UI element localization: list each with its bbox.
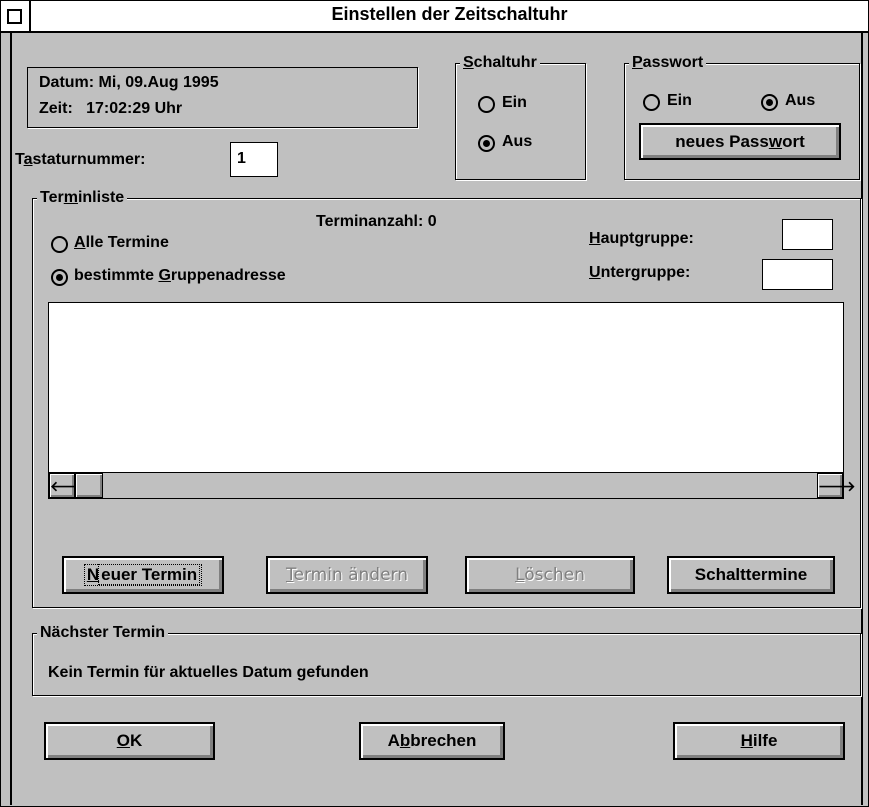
keyboard-number-label: Tastaturnummer:: [15, 151, 146, 168]
alle-termine-radio[interactable]: [51, 236, 68, 253]
title-bar[interactable]: Einstellen der Zeitschaltuhr: [1, 1, 868, 33]
date-text: Datum: Mi, 09.Aug 1995: [39, 74, 219, 91]
passwort-ein-label: Ein: [667, 92, 692, 109]
terminliste-group: Terminliste Terminanzahl: 0 Alle Termine…: [32, 188, 861, 608]
schaltuhr-label: Schaltuhr: [460, 53, 540, 73]
gruppenadresse-radio[interactable]: [51, 269, 68, 286]
dialog-client: Datum: Mi, 09.Aug 1995 Zeit: 17:02:29 Uh…: [10, 33, 863, 805]
help-button[interactable]: Hilfe: [673, 722, 845, 760]
delete-button[interactable]: Löschen: [465, 556, 635, 594]
gruppenadresse-label: bestimmte Gruppenadresse: [74, 267, 286, 284]
passwort-aus-radio[interactable]: [761, 94, 778, 111]
schaltuhr-aus-radio[interactable]: [478, 135, 495, 152]
scrollbar-thumb[interactable]: [75, 473, 103, 498]
new-password-label: neues Passwort: [675, 131, 805, 151]
alle-termine-label: Alle Termine: [74, 234, 169, 251]
system-menu-icon: [7, 9, 22, 24]
ok-label: OK: [116, 731, 143, 750]
cancel-button[interactable]: Abbrechen: [359, 722, 505, 760]
schalttermine-label: Schalttermine: [694, 565, 808, 584]
termin-count-text: Terminanzahl: 0: [316, 213, 437, 230]
edit-termin-button[interactable]: Termin ändern: [266, 556, 428, 594]
hauptgruppe-input[interactable]: [782, 219, 833, 250]
delete-label: Löschen: [515, 565, 585, 585]
new-password-button[interactable]: neues Passwort: [639, 123, 841, 160]
dialog-window: Einstellen der Zeitschaltuhr Datum: Mi, …: [0, 0, 869, 807]
passwort-group: Passwort Ein Aus neues Passwort: [624, 53, 860, 180]
time-text: Zeit: 17:02:29 Uhr: [39, 100, 183, 117]
keyboard-number-input[interactable]: 1: [230, 142, 278, 177]
schaltuhr-ein-label: Ein: [502, 94, 527, 111]
schalttermine-button[interactable]: Schalttermine: [667, 556, 835, 594]
termin-listbox[interactable]: 🡐 🡒: [48, 302, 856, 499]
passwort-aus-label: Aus: [785, 92, 816, 109]
next-termin-group: Nächster Termin Kein Termin für aktuelle…: [32, 623, 861, 696]
untergruppe-label: Untergruppe:: [589, 264, 691, 281]
new-termin-label: Neuer Termin: [83, 564, 203, 586]
ok-button[interactable]: OK: [44, 722, 215, 760]
untergruppe-input[interactable]: [762, 259, 833, 290]
schaltuhr-group: Schaltuhr Ein Aus: [455, 53, 586, 180]
arrow-left-icon[interactable]: 🡐: [49, 473, 88, 498]
passwort-label: Passwort: [629, 53, 707, 73]
help-label: Hilfe: [740, 731, 778, 750]
next-termin-label: Nächster Termin: [37, 623, 169, 643]
window-title: Einstellen der Zeitschaltuhr: [331, 4, 568, 24]
datetime-box: Datum: Mi, 09.Aug 1995 Zeit: 17:02:29 Uh…: [27, 67, 418, 128]
cancel-label: Abbrechen: [387, 731, 477, 750]
edit-termin-label: Termin ändern: [285, 565, 409, 585]
terminliste-label: Terminliste: [37, 188, 128, 208]
passwort-ein-radio[interactable]: [643, 94, 660, 111]
system-menu-button[interactable]: [1, 1, 31, 31]
schaltuhr-aus-label: Aus: [502, 133, 533, 150]
hauptgruppe-label: Hauptgruppe:: [589, 230, 694, 247]
new-termin-button[interactable]: Neuer Termin: [62, 556, 224, 594]
horizontal-scrollbar[interactable]: 🡐 🡒: [49, 472, 856, 498]
schaltuhr-ein-radio[interactable]: [478, 96, 495, 113]
arrow-right-icon[interactable]: 🡒: [817, 473, 856, 498]
next-termin-text: Kein Termin für aktuelles Datum gefunden: [48, 664, 369, 681]
